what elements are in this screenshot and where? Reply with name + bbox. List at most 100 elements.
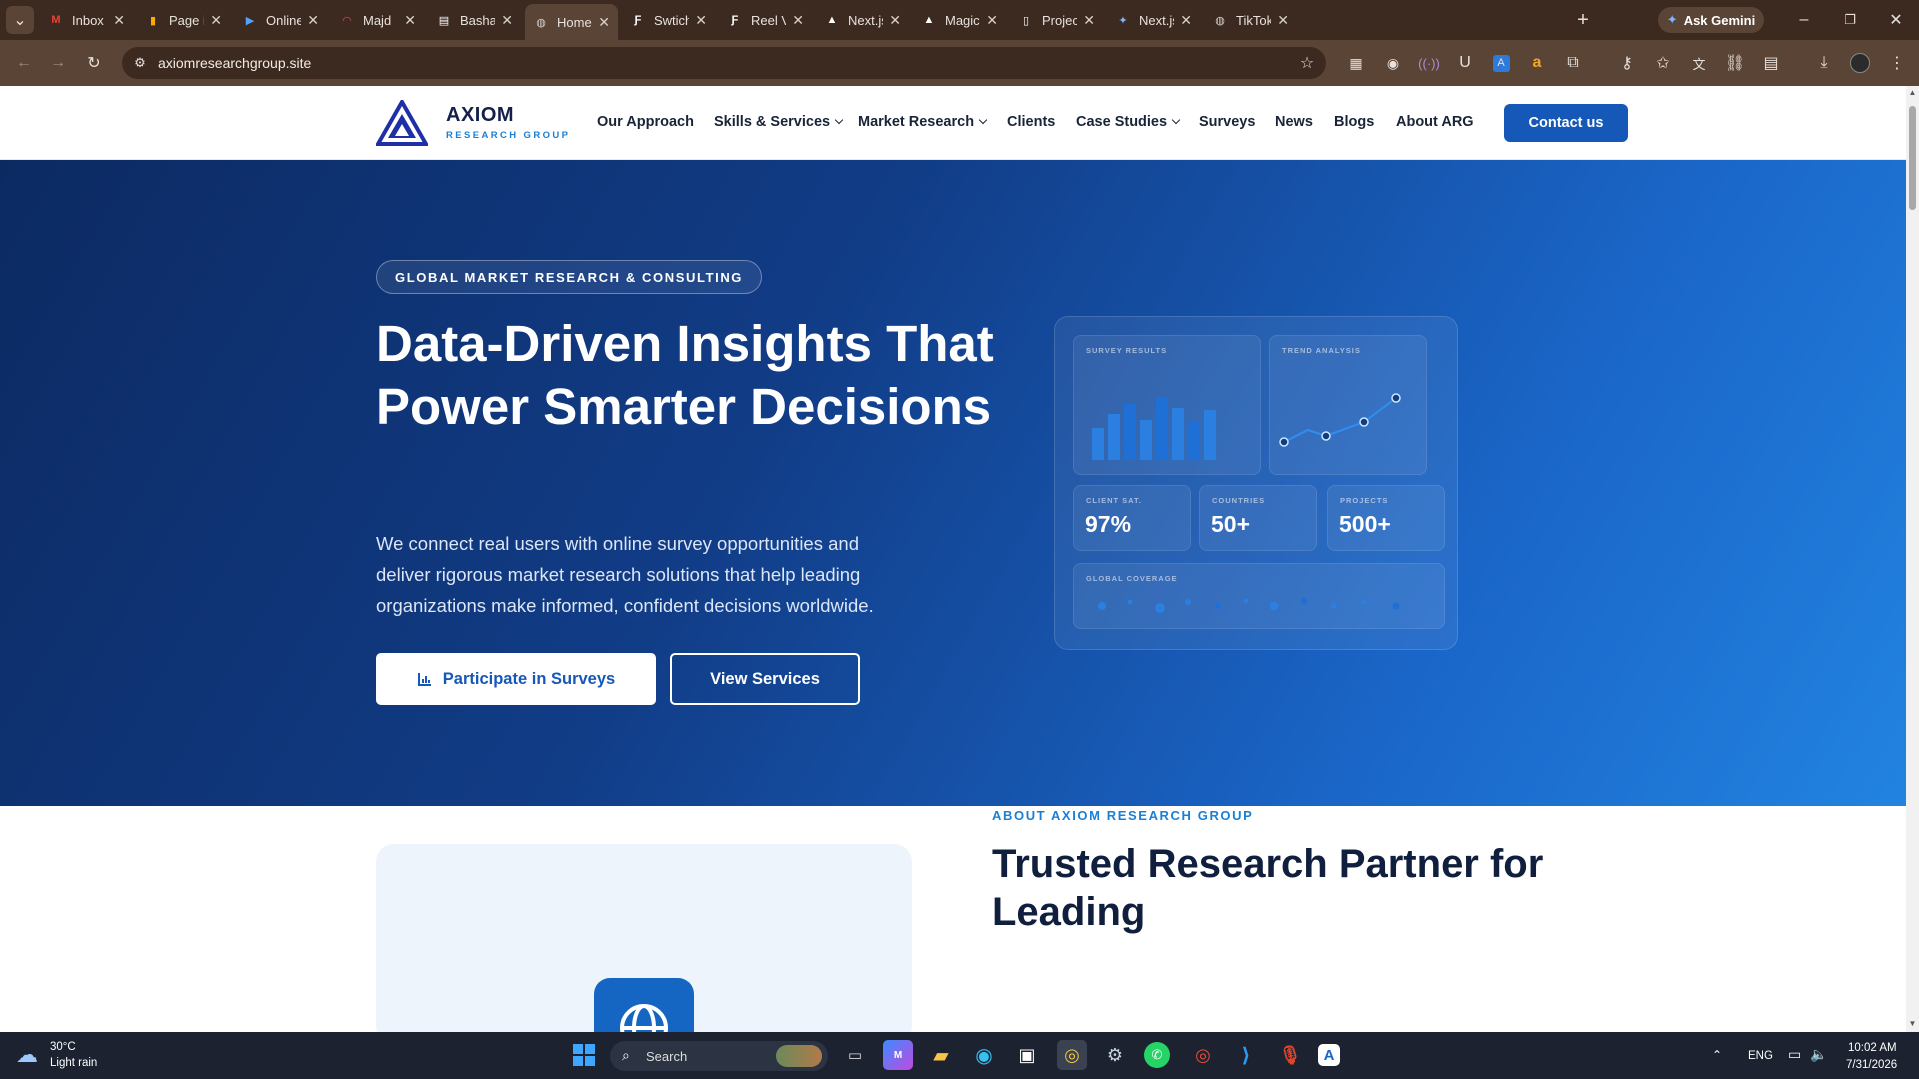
extensions-puzzle-icon[interactable]: ⧉ [1559, 49, 1587, 77]
close-icon[interactable]: ✕ [1277, 12, 1289, 29]
tab-title: Inbox (2 [72, 12, 107, 28]
close-icon[interactable]: ✕ [598, 14, 610, 31]
nav-our-approach[interactable]: Our Approach [597, 114, 694, 130]
stat-card-projects: PROJECTS 500+ [1327, 485, 1445, 551]
contact-us-button[interactable]: Contact us [1504, 104, 1628, 142]
browser-tab[interactable]: M Inbox (2 ✕ [40, 6, 133, 34]
coverage-dots-graphic [1098, 598, 1400, 613]
back-button[interactable]: ← [10, 49, 38, 77]
clock-date[interactable]: 7/31/2026 [1846, 1059, 1897, 1071]
browser-tab[interactable]: ◍ TikTok D ✕ [1204, 6, 1297, 34]
browser-tab[interactable]: ▲ Next.js T ✕ [816, 6, 909, 34]
new-tab-button[interactable]: + [1569, 6, 1597, 34]
bookmark-star-icon[interactable]: ☆ [1293, 49, 1321, 77]
reload-button[interactable]: ↻ [80, 49, 108, 77]
nav-about-arg[interactable]: About ARG [1396, 114, 1474, 130]
nav-clients[interactable]: Clients [1007, 114, 1055, 130]
browser-tab[interactable]: ▮ Page ind ✕ [137, 6, 230, 34]
extension-translate-icon[interactable]: A [1487, 49, 1515, 77]
nav-case-studies[interactable]: Case Studies [1076, 114, 1181, 130]
m365-app-icon[interactable]: M [883, 1040, 913, 1070]
browser-tab[interactable]: ▤ Basharat ✕ [428, 6, 521, 34]
close-icon[interactable]: ✕ [404, 12, 416, 29]
passwords-key-icon[interactable]: ⚷ [1613, 49, 1641, 77]
browser-tab[interactable]: ✦ Next.js N ✕ [1107, 6, 1200, 34]
volume-icon[interactable]: 🔈 [1810, 1046, 1827, 1063]
nav-market-research[interactable]: Market Research [858, 114, 988, 130]
file-explorer-icon[interactable]: ▰ [926, 1040, 956, 1070]
page-scrollbar[interactable] [1906, 86, 1919, 1032]
link-icon[interactable]: ⛓ [1721, 49, 1749, 77]
ask-gemini-button[interactable]: ✦ Ask Gemini [1658, 7, 1764, 33]
scroll-down-arrow[interactable]: ▼ [1906, 1019, 1919, 1031]
taskbar-search[interactable]: ⌕ Search [610, 1041, 828, 1071]
tab-search-chevron-icon[interactable]: ⌄ [6, 6, 34, 34]
browser-tab[interactable]: ▯ Projects ✕ [1010, 6, 1103, 34]
browser-tab[interactable]: ▶ Online N ✕ [234, 6, 327, 34]
close-icon[interactable]: ✕ [501, 12, 513, 29]
nav-news[interactable]: News [1275, 114, 1313, 130]
extension-cast-icon[interactable]: ((·)) [1415, 49, 1443, 77]
microsoft-store-icon[interactable]: ▣ [1012, 1040, 1042, 1070]
restore-button[interactable]: ❐ [1836, 6, 1864, 34]
nav-blogs[interactable]: Blogs [1334, 114, 1374, 130]
close-icon[interactable]: ✕ [307, 12, 319, 29]
view-services-button[interactable]: View Services [670, 653, 860, 705]
edge-browser-icon[interactable]: ◉ [969, 1040, 999, 1070]
profile-avatar[interactable] [1850, 53, 1870, 73]
close-icon[interactable]: ✕ [1083, 12, 1095, 29]
close-icon[interactable]: ✕ [113, 12, 125, 29]
logo[interactable]: AXIOM RESEARCH GROUP [376, 100, 576, 146]
close-icon[interactable]: ✕ [889, 12, 901, 29]
app-a-icon[interactable]: A [1318, 1044, 1340, 1066]
search-highlight-image [776, 1045, 822, 1067]
extension-camera-icon[interactable]: ◉ [1379, 49, 1407, 77]
weather-widget[interactable]: ☁ 30°C Light rain [16, 1038, 136, 1074]
forward-button[interactable]: → [44, 49, 72, 77]
browser-tab[interactable]: ◍ Home - A ✕ [525, 4, 618, 40]
network-icon[interactable]: ▭ [1788, 1046, 1801, 1063]
chrome-icon[interactable]: ◎ [1057, 1040, 1087, 1070]
extension-print-icon[interactable]: ▦ [1342, 49, 1370, 77]
bookmarks-icon[interactable]: ✩ [1649, 49, 1677, 77]
steam-icon[interactable]: ⚙ [1100, 1040, 1130, 1070]
vscode-icon[interactable]: ⟩ [1231, 1040, 1261, 1070]
url-text[interactable]: axiomresearchgroup.site [158, 55, 311, 71]
download-icon[interactable]: ⤓ [1810, 49, 1838, 77]
close-window-button[interactable]: ✕ [1882, 6, 1910, 34]
participate-in-surveys-button[interactable]: Participate in Surveys [376, 653, 656, 705]
close-icon[interactable]: ✕ [792, 12, 804, 29]
translate-page-icon[interactable]: 文 [1685, 49, 1713, 77]
chrome-profile-icon[interactable]: ◎ [1188, 1040, 1218, 1070]
hidden-icons-chevron[interactable]: ⌃ [1712, 1048, 1722, 1062]
close-icon[interactable]: ✕ [210, 12, 222, 29]
close-icon[interactable]: ✕ [1180, 12, 1192, 29]
side-panel-icon[interactable]: ▤ [1757, 49, 1785, 77]
tab-title: Reel Vid [751, 12, 787, 28]
task-view-icon[interactable]: ▭ [840, 1040, 870, 1070]
nav-skills-services[interactable]: Skills & Services [714, 114, 844, 130]
nav-surveys[interactable]: Surveys [1199, 114, 1255, 130]
cloud-rain-icon: ☁ [16, 1042, 38, 1067]
close-icon[interactable]: ✕ [986, 12, 998, 29]
minimize-button[interactable]: – [1790, 6, 1818, 34]
bar-chart-graphic [1092, 398, 1216, 460]
whatsapp-icon[interactable]: ✆ [1144, 1042, 1170, 1068]
stat-label: PROJECTS [1340, 496, 1389, 505]
browser-tab[interactable]: ◠ Majd ✕ [331, 6, 424, 34]
close-icon[interactable]: ✕ [695, 12, 707, 29]
start-button[interactable] [569, 1040, 599, 1070]
site-info-icon[interactable]: ⚙ [126, 49, 154, 77]
scrollbar-thumb[interactable] [1909, 106, 1916, 210]
browser-tab[interactable]: Ƒ Swtich o ✕ [622, 6, 715, 34]
menu-kebab-icon[interactable]: ⋮ [1883, 49, 1911, 77]
clock-time[interactable]: 10:02 AM [1848, 1042, 1897, 1054]
microphone-app-icon[interactable]: 🎙 [1275, 1040, 1305, 1070]
scroll-up-arrow[interactable]: ▲ [1906, 88, 1919, 100]
browser-tab[interactable]: Ƒ Reel Vid ✕ [719, 6, 812, 34]
language-indicator[interactable]: ENG [1748, 1050, 1773, 1062]
extension-amazon-icon[interactable]: a [1523, 49, 1551, 77]
trend-analysis-label: TREND ANALYSIS [1282, 346, 1361, 355]
browser-tab[interactable]: ▲ Magic P ✕ [913, 6, 1006, 34]
extension-u-icon[interactable]: U [1451, 49, 1479, 77]
